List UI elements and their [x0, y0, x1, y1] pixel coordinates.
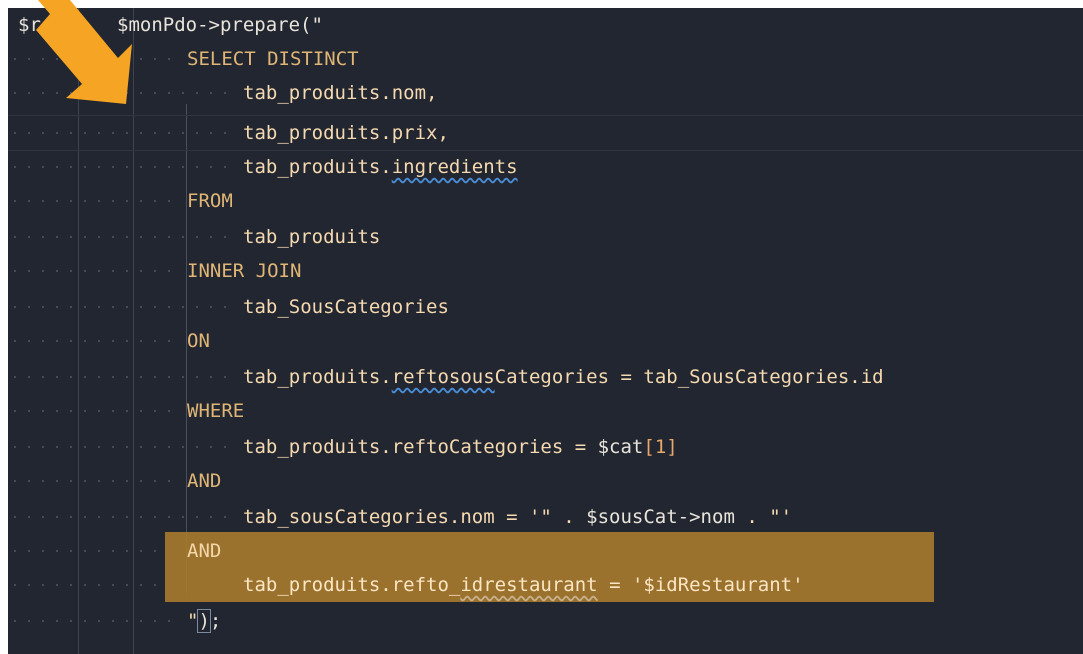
code-line-12[interactable]: WHERE — [8, 394, 1083, 428]
code-token: . "' — [734, 506, 793, 528]
sql-keyword: ON — [187, 330, 210, 352]
code-line-17[interactable]: tab_produits.refto_idrestaurant = '$idRe… — [8, 568, 1083, 602]
code-line-18[interactable]: "); — [8, 604, 1083, 638]
sql-keyword: WHERE — [187, 400, 245, 422]
whitespace-dots — [8, 480, 178, 482]
code-token: " — [187, 610, 199, 632]
code-line-10[interactable]: ON — [8, 324, 1083, 358]
code-token: "); — [187, 604, 221, 638]
whitespace-dots — [8, 446, 233, 448]
code-token: tab_produits.prix, — [243, 122, 449, 144]
code-line-2[interactable]: SELECT DISTINCT — [8, 42, 1083, 76]
code-line-5[interactable]: tab_produits.ingredients — [8, 150, 1083, 184]
spell-check-token: idrestaurant — [460, 574, 598, 596]
code-token: tab_produits.refto_ — [243, 574, 461, 596]
whitespace-dots — [8, 200, 178, 202]
code-token: tab_sousCategories.nom = '" . — [243, 506, 587, 528]
code-token: tab_produits. — [243, 366, 392, 388]
whitespace-dots — [8, 306, 233, 308]
code-token: [1] — [643, 436, 678, 458]
code-token: tab_SousCategories — [243, 296, 449, 318]
whitespace-dots — [8, 236, 233, 238]
whitespace-dots — [8, 166, 233, 168]
code-token: Categories = tab_SousCategories.id — [494, 366, 884, 388]
sql-keyword: FROM — [187, 190, 233, 212]
code-editor[interactable]: $r $monPdo->prepare(" SELECT DISTINCT ta… — [8, 8, 1083, 654]
code-line-16[interactable]: AND — [8, 534, 1083, 568]
code-line-3[interactable]: tab_produits.nom, — [8, 76, 1083, 110]
code-token: tab_produits.ingredients — [243, 150, 518, 184]
code-line-1[interactable]: $r $monPdo->prepare(" — [8, 8, 1083, 42]
code-line-11[interactable]: tab_produits.reftosousCategories = tab_S… — [8, 360, 1083, 394]
code-line-8[interactable]: INNER JOIN — [8, 254, 1083, 288]
code-token: ; — [209, 610, 222, 632]
sql-keyword: INNER JOIN — [187, 260, 302, 282]
code-line-7[interactable]: tab_produits — [8, 220, 1083, 254]
code-token: tab_produits.reftosousCategories = tab_S… — [243, 360, 884, 394]
code-line-4[interactable]: tab_produits.prix, — [8, 116, 1083, 150]
code-line-13[interactable]: tab_produits.reftoCategories = $cat[1] — [8, 430, 1083, 464]
code-token: $monPdo->prepare(" — [117, 14, 323, 36]
whitespace-dots — [8, 550, 158, 552]
sql-keyword: SELECT DISTINCT — [187, 48, 359, 70]
code-token: tab_sousCategories.nom = '" . $sousCat->… — [243, 500, 792, 534]
code-token: tab_produits.reftoCategories = $cat[1] — [243, 430, 678, 464]
whitespace-dots — [8, 270, 178, 272]
whitespace-dots — [8, 410, 178, 412]
matched-bracket: ) — [197, 609, 211, 633]
whitespace-dots — [8, 620, 178, 622]
code-token: tab_produits.nom, — [243, 82, 438, 104]
whitespace-dots — [8, 516, 233, 518]
code-token: tab_produits.reftoCategories = — [243, 436, 598, 458]
whitespace-dots — [8, 584, 158, 586]
whitespace-dots — [8, 132, 233, 134]
arrow-annotation-icon — [36, 0, 132, 104]
code-line-9[interactable]: tab_SousCategories — [8, 290, 1083, 324]
spell-check-token: reftosous — [391, 366, 495, 388]
code-line-15[interactable]: tab_sousCategories.nom = '" . $sousCat->… — [8, 500, 1083, 534]
php-variable: $sousCat->nom — [586, 506, 735, 528]
sql-keyword: AND — [187, 540, 222, 562]
code-line-6[interactable]: FROM — [8, 184, 1083, 218]
code-token: tab_produits — [243, 226, 381, 248]
code-token: tab_produits. — [243, 156, 392, 178]
spell-check-token: ingredients — [391, 156, 518, 178]
whitespace-dots — [8, 340, 178, 342]
code-line-14[interactable]: AND — [8, 464, 1083, 498]
whitespace-dots — [8, 376, 233, 378]
code-token: tab_produits.refto_idrestaurant = '$idRe… — [243, 568, 804, 602]
code-token: = '$idRestaurant' — [597, 574, 804, 596]
php-variable: $cat — [597, 436, 644, 458]
sql-keyword: AND — [187, 470, 222, 492]
